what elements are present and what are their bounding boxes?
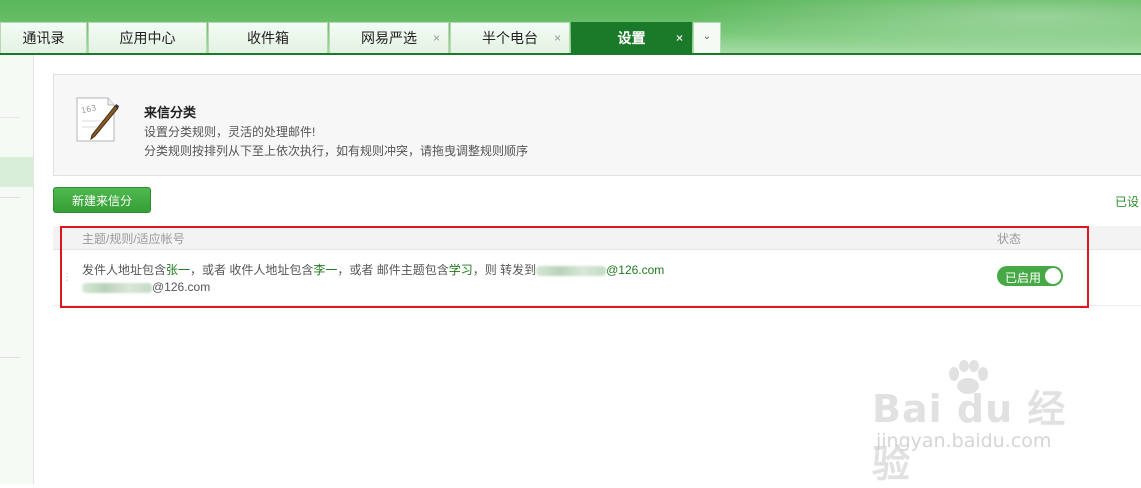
tab-label: 应用中心	[119, 30, 176, 46]
tab-label: 通讯录	[22, 30, 65, 46]
tab-underline	[0, 53, 1141, 55]
close-icon[interactable]: ×	[676, 23, 683, 54]
tab-contacts[interactable]: 通讯录	[0, 22, 87, 53]
tab-label: 网易严选	[361, 30, 417, 46]
divider	[0, 117, 20, 118]
tab-app-center[interactable]: 应用中心	[88, 22, 207, 53]
intro-panel: 163 来信分类 设置分类规则，灵活的处理邮件! 分类规则按排列从下至上依次执行…	[53, 74, 1141, 176]
tab-radio[interactable]: 半个电台 ×	[450, 22, 570, 53]
tab-label: 设置	[617, 30, 646, 46]
tab-more-button[interactable]: ⌄	[693, 22, 721, 53]
chevron-down-icon: ⌄	[702, 31, 712, 42]
tab-yanxuan[interactable]: 网易严选 ×	[329, 22, 449, 53]
highlight-annotation	[60, 226, 1089, 308]
new-rule-button[interactable]: 新建来信分类	[53, 187, 151, 234]
divider	[0, 197, 20, 198]
divider	[0, 357, 20, 358]
rule-count-note: 已设	[1115, 195, 1140, 209]
tab-settings[interactable]: 设置 ×	[571, 22, 692, 53]
watermark: Bai du 经验 jingyan.baidu.com	[872, 360, 1082, 486]
tab-label: 收件箱	[247, 30, 289, 46]
pen-note-icon: 163	[76, 97, 119, 142]
watermark-url: jingyan.baidu.com	[876, 430, 1052, 452]
tab-bar: 通讯录 应用中心 收件箱 网易严选 × 半个电台 × 设置 × ⌄	[0, 22, 721, 54]
section-note: 分类规则按排列从下至上依次执行，如有规则冲突，请拖曳调整规则顺序	[144, 144, 529, 158]
close-icon[interactable]: ×	[554, 23, 561, 54]
tab-label: 半个电台	[482, 30, 538, 46]
tab-inbox[interactable]: 收件箱	[208, 22, 328, 53]
close-icon[interactable]: ×	[433, 23, 440, 54]
sidebar-item-selected[interactable]	[0, 157, 33, 187]
section-title: 来信分类	[144, 105, 197, 120]
sidebar	[0, 55, 34, 484]
section-description: 设置分类规则，灵活的处理邮件!	[144, 125, 316, 139]
